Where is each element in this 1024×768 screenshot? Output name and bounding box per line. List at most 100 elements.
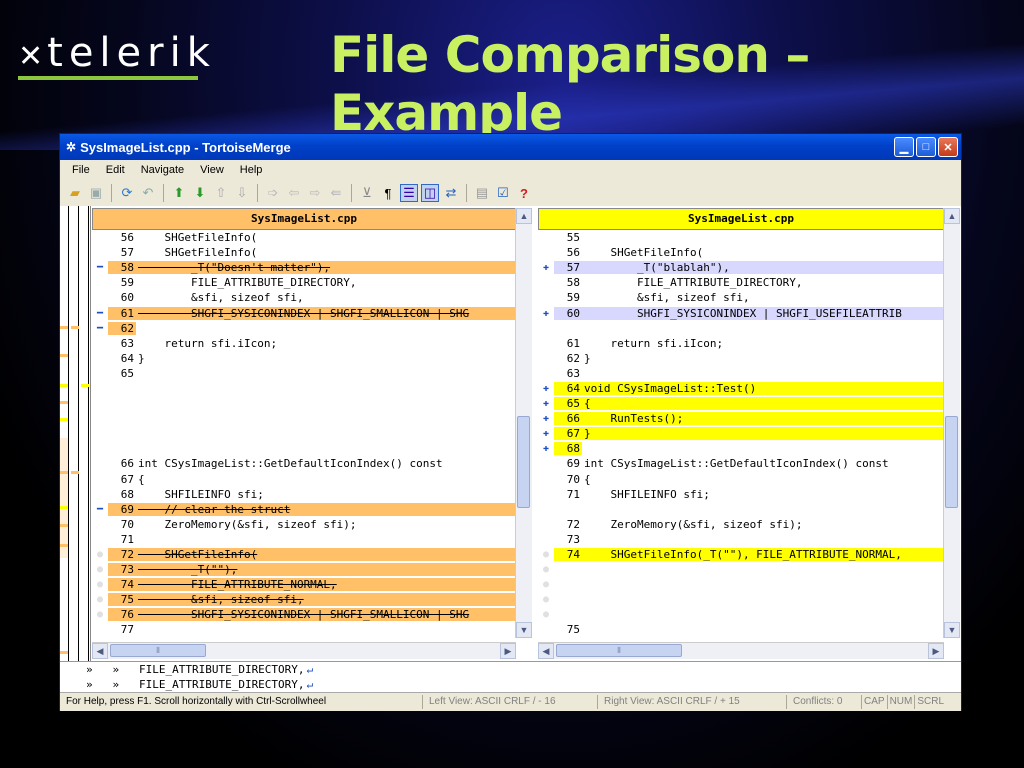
- menu-navigate[interactable]: Navigate: [133, 164, 192, 176]
- scroll-up-arrow-icon[interactable]: ▲: [944, 208, 960, 224]
- use-block-icon[interactable]: ⇚: [327, 184, 345, 202]
- scroll-right-arrow-icon[interactable]: ▶: [500, 643, 516, 659]
- close-button[interactable]: ✕: [938, 137, 958, 157]
- whitespace-diff-icon[interactable]: ●: [538, 564, 554, 575]
- code-line[interactable]: ●: [538, 562, 944, 577]
- code-line[interactable]: 71 SHFILEINFO sfi;: [538, 487, 944, 502]
- add-line-icon[interactable]: ✚: [538, 443, 554, 454]
- save-icon[interactable]: ▣: [87, 184, 105, 202]
- remove-line-icon[interactable]: ━: [92, 323, 108, 334]
- whitespace-diff-icon[interactable]: ●: [92, 549, 108, 560]
- code-line[interactable]: 61 return sfi.iIcon;: [538, 336, 944, 351]
- code-line[interactable]: [92, 396, 516, 411]
- left-hscroll-thumb[interactable]: ⦀: [110, 644, 206, 657]
- code-line[interactable]: ● 72 SHGetFileInfo(: [92, 547, 516, 562]
- code-line[interactable]: 59 FILE_ATTRIBUTE_DIRECTORY,: [92, 275, 516, 290]
- code-line[interactable]: 75: [538, 622, 944, 637]
- whitespace-diff-icon[interactable]: ●: [92, 609, 108, 620]
- use-both-icon[interactable]: ⇨: [306, 184, 324, 202]
- patch-icon[interactable]: ▤: [473, 184, 491, 202]
- code-line[interactable]: 59 &sfi, sizeof sfi,: [538, 290, 944, 305]
- diff-locator-bar[interactable]: [60, 206, 91, 692]
- code-line[interactable]: ● 76 SHGFI_SYSICONINDEX | SHGFI_SMALLICON…: [92, 607, 516, 622]
- code-line[interactable]: [538, 321, 944, 336]
- right-hscrollbar[interactable]: ◀ ⦀ ▶: [538, 642, 944, 659]
- scroll-down-arrow-icon[interactable]: ▼: [516, 622, 532, 638]
- left-vscrollbar[interactable]: ▲ ▼: [515, 208, 532, 638]
- scroll-left-arrow-icon[interactable]: ◀: [538, 643, 554, 659]
- code-line[interactable]: 77: [92, 622, 516, 637]
- code-line[interactable]: 70 ZeroMemory(&sfi, sizeof sfi);: [92, 517, 516, 532]
- whitespace-diff-icon[interactable]: ●: [538, 549, 554, 560]
- code-line[interactable]: 66 int CSysImageList::GetDefaultIconIndex…: [92, 456, 516, 471]
- switch-icon[interactable]: ⇄: [442, 184, 460, 202]
- code-line[interactable]: ✚ 64 void CSysImageList::Test(): [538, 381, 944, 396]
- code-line[interactable]: ━ 61 SHGFI_SYSICONINDEX | SHGFI_SMALLICON…: [92, 305, 516, 320]
- code-line[interactable]: ● 74 FILE_ATTRIBUTE_NORMAL,: [92, 577, 516, 592]
- whitespace-diff-icon[interactable]: ●: [92, 564, 108, 575]
- remove-line-icon[interactable]: ━: [92, 262, 108, 273]
- add-line-icon[interactable]: ✚: [538, 398, 554, 409]
- code-line[interactable]: 72 ZeroMemory(&sfi, sizeof sfi);: [538, 517, 944, 532]
- code-line[interactable]: 70{: [538, 472, 944, 487]
- code-line[interactable]: ●: [538, 607, 944, 622]
- code-line[interactable]: 65: [92, 366, 516, 381]
- code-line[interactable]: 69 int CSysImageList::GetDefaultIconIndex…: [538, 456, 944, 471]
- remove-line-icon[interactable]: ━: [92, 308, 108, 319]
- code-line[interactable]: 55: [538, 230, 944, 245]
- code-line[interactable]: 63 return sfi.iIcon;: [92, 336, 516, 351]
- code-line[interactable]: ━ 58 _T("Doesn't matter"),: [92, 260, 516, 275]
- previous-conflict-icon[interactable]: ⇩: [233, 184, 251, 202]
- code-line[interactable]: ● 73 _T(""),: [92, 562, 516, 577]
- whitespace-diff-icon[interactable]: ●: [538, 609, 554, 620]
- code-line[interactable]: 67{: [92, 472, 516, 487]
- two-pane-icon[interactable]: ◫: [421, 184, 439, 202]
- left-hscrollbar[interactable]: ◀ ⦀ ▶: [92, 642, 516, 659]
- use-right-icon[interactable]: ⇦: [285, 184, 303, 202]
- menu-view[interactable]: View: [192, 164, 232, 176]
- add-line-icon[interactable]: ✚: [538, 428, 554, 439]
- scroll-right-arrow-icon[interactable]: ▶: [928, 643, 944, 659]
- code-line[interactable]: ● 75 &sfi, sizeof sfi,: [92, 592, 516, 607]
- window-titlebar[interactable]: ✲ SysImageList.cpp - TortoiseMerge ▁ □ ✕: [60, 134, 961, 160]
- add-line-icon[interactable]: ✚: [538, 262, 554, 273]
- add-line-icon[interactable]: ✚: [538, 308, 554, 319]
- code-line[interactable]: ✚ 60 SHGFI_SYSICONINDEX | SHGFI_USEFILEAT…: [538, 305, 944, 320]
- code-line[interactable]: ━ 69 // clear the struct: [92, 502, 516, 517]
- use-left-icon[interactable]: ➩: [264, 184, 282, 202]
- code-line[interactable]: [92, 381, 516, 396]
- whitespace-icon[interactable]: ⊻: [358, 184, 376, 202]
- scroll-up-arrow-icon[interactable]: ▲: [516, 208, 532, 224]
- code-line[interactable]: 58 FILE_ATTRIBUTE_DIRECTORY,: [538, 275, 944, 290]
- remove-line-icon[interactable]: ━: [92, 504, 108, 515]
- code-line[interactable]: ━ 62: [92, 321, 516, 336]
- pilcrow-icon[interactable]: ¶: [379, 184, 397, 202]
- code-line[interactable]: ✚ 65{: [538, 396, 944, 411]
- code-line[interactable]: [92, 441, 516, 456]
- reload-icon[interactable]: ⟳: [118, 184, 136, 202]
- settings-icon[interactable]: ☑: [494, 184, 512, 202]
- maximize-button[interactable]: □: [916, 137, 936, 157]
- open-icon[interactable]: ▰: [66, 184, 84, 202]
- whitespace-diff-icon[interactable]: ●: [92, 594, 108, 605]
- code-line[interactable]: 63: [538, 366, 944, 381]
- previous-difference-icon[interactable]: ⬇: [191, 184, 209, 202]
- code-line[interactable]: 64}: [92, 351, 516, 366]
- whitespace-diff-icon[interactable]: ●: [538, 594, 554, 605]
- code-line[interactable]: ✚ 67}: [538, 426, 944, 441]
- menu-file[interactable]: File: [64, 164, 98, 176]
- next-difference-icon[interactable]: ⬆: [170, 184, 188, 202]
- code-line[interactable]: [92, 411, 516, 426]
- code-line[interactable]: ✚ 57 _T("blablah"),: [538, 260, 944, 275]
- scroll-left-arrow-icon[interactable]: ◀: [92, 643, 108, 659]
- code-line[interactable]: 73: [538, 532, 944, 547]
- scroll-down-arrow-icon[interactable]: ▼: [944, 622, 960, 638]
- help-icon[interactable]: ?: [515, 184, 533, 202]
- menu-edit[interactable]: Edit: [98, 164, 133, 176]
- code-line[interactable]: ✚ 66 RunTests();: [538, 411, 944, 426]
- code-line[interactable]: 57 SHGetFileInfo(: [92, 245, 516, 260]
- code-line[interactable]: 68 SHFILEINFO sfi;: [92, 487, 516, 502]
- menu-help[interactable]: Help: [232, 164, 271, 176]
- code-line[interactable]: [538, 502, 944, 517]
- right-vscroll-thumb[interactable]: [945, 416, 958, 508]
